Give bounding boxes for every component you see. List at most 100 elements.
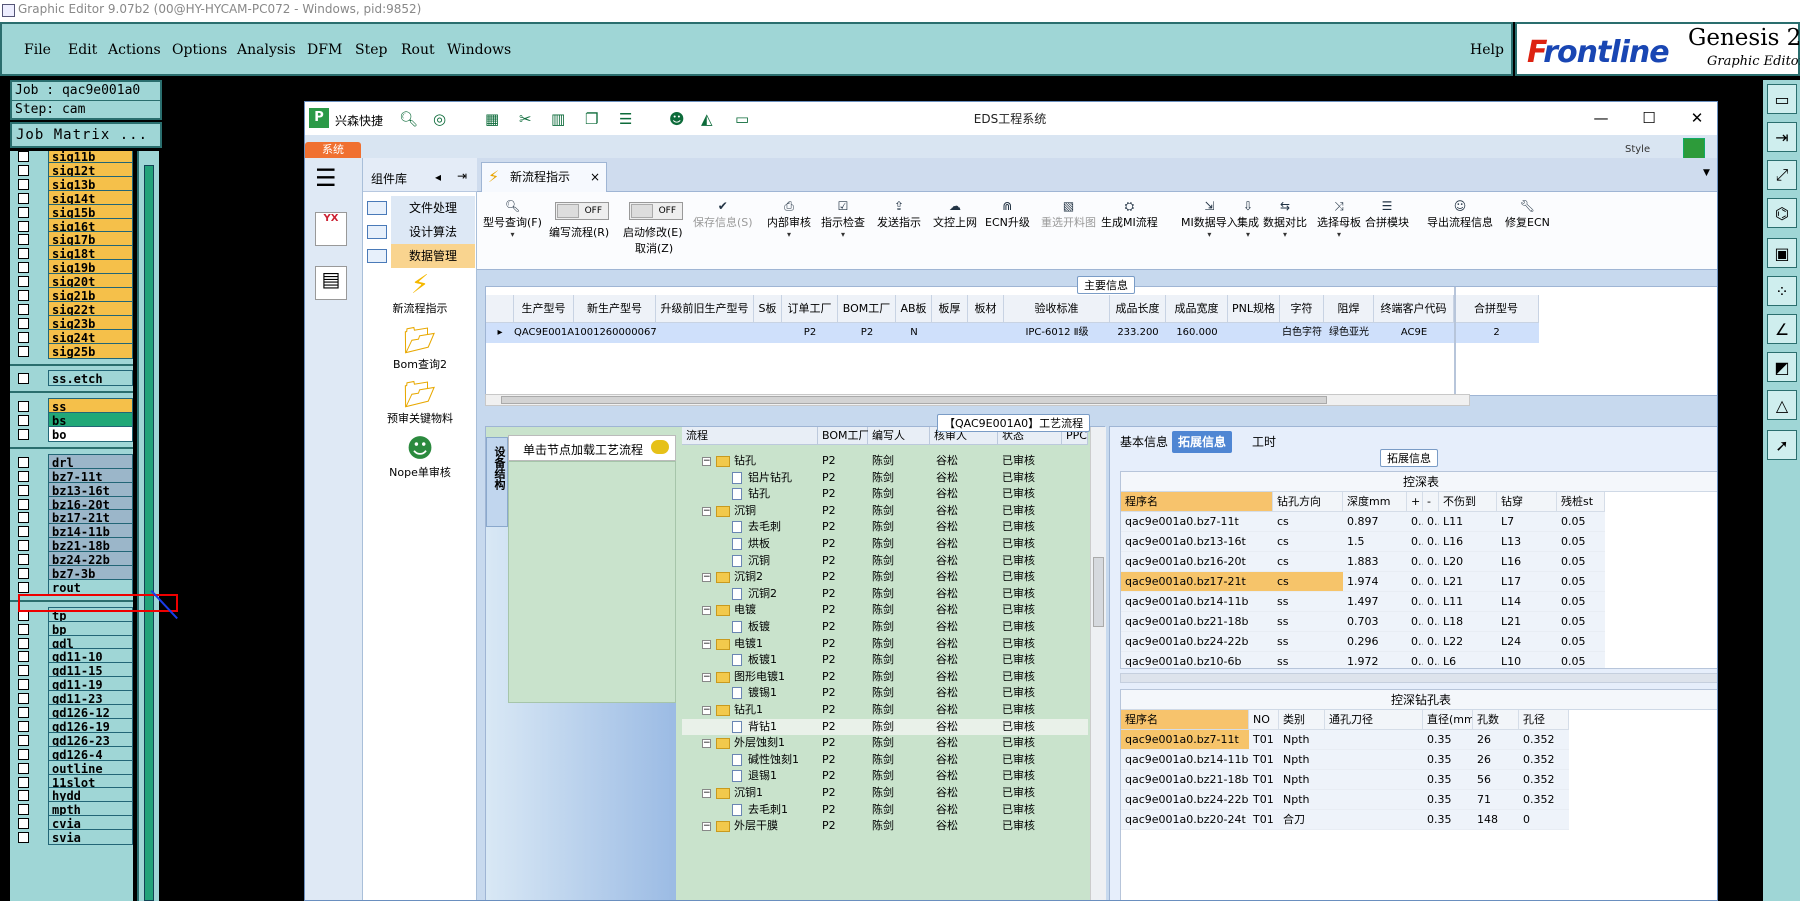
- depth-cell[interactable]: 0..: [1423, 612, 1439, 632]
- clipboard-icon[interactable]: ▭: [1767, 84, 1797, 114]
- depth-cell[interactable]: ss: [1273, 632, 1343, 652]
- depth-cell[interactable]: 0..: [1407, 592, 1423, 612]
- tree-row[interactable]: − 钻孔 P2 陈剑 谷松 已审核: [682, 453, 1088, 470]
- warning-icon[interactable]: △: [1767, 390, 1797, 420]
- layer-checkbox[interactable]: [18, 540, 29, 552]
- main-grid-header[interactable]: 板厚: [932, 295, 968, 323]
- layer-checkbox[interactable]: [18, 693, 29, 705]
- tree-column-header[interactable]: 编写人: [868, 427, 930, 445]
- style-dropdown[interactable]: Style: [1625, 144, 1650, 155]
- depth-cell[interactable]: qac9e001a0.bz17-21t: [1121, 572, 1273, 592]
- layer-row[interactable]: svia: [10, 829, 133, 846]
- drill-cell[interactable]: 0.352: [1519, 770, 1569, 790]
- user-icon[interactable]: ☻: [669, 110, 685, 128]
- main-grid-header[interactable]: 验收标准: [1004, 295, 1110, 323]
- main-grid-cell[interactable]: [932, 323, 968, 343]
- depth-cell[interactable]: L6: [1439, 652, 1497, 668]
- expand-toggle-icon[interactable]: −: [702, 506, 711, 516]
- comp-file-processing[interactable]: 文件处理: [363, 196, 477, 220]
- main-grid-cell[interactable]: QAC9E001A0: [514, 323, 574, 343]
- dropdown-arrow-icon[interactable]: ▾: [483, 230, 542, 242]
- close-icon[interactable]: ✕: [1685, 106, 1709, 130]
- main-grid-header[interactable]: 订单工厂: [782, 295, 838, 323]
- depth-column-header[interactable]: 钻穿: [1497, 492, 1557, 512]
- fit-icon[interactable]: ⤢: [1767, 160, 1797, 190]
- tree-row[interactable]: 镀锡1 P2 陈剑 谷松 已审核: [682, 685, 1088, 702]
- ribbon-button[interactable]: ☰ 合拼模块: [1365, 198, 1409, 230]
- measure-icon[interactable]: ∠: [1767, 314, 1797, 344]
- expand-toggle-icon[interactable]: −: [702, 789, 711, 798]
- main-grid-header[interactable]: PNL规格: [1228, 295, 1280, 323]
- menu-rout[interactable]: Rout: [401, 42, 435, 58]
- depth-cell[interactable]: ss: [1273, 612, 1343, 632]
- scissors-icon[interactable]: ✂: [519, 110, 532, 128]
- layer-checkbox[interactable]: [18, 651, 29, 663]
- drill-cell[interactable]: [1325, 810, 1423, 830]
- depth-cell[interactable]: 0.05: [1557, 552, 1605, 572]
- tree-vscrollbar[interactable]: [1090, 427, 1106, 900]
- pin-icon[interactable]: ⇥: [457, 169, 467, 183]
- tree-row[interactable]: − 电镀 P2 陈剑 谷松 已审核: [682, 602, 1088, 619]
- ribbon-button[interactable]: ⤨ 选择母板 ▾: [1317, 198, 1361, 242]
- layer-checkbox[interactable]: [18, 317, 29, 329]
- depth-cell[interactable]: qac9e001a0.bz14-11b: [1121, 592, 1273, 612]
- enable-edit-toggle[interactable]: OFF: [629, 202, 683, 220]
- new-flow-indicator-item[interactable]: ⚡ 新流程指示: [363, 270, 477, 316]
- depth-cell[interactable]: cs: [1273, 532, 1343, 552]
- film-icon[interactable]: ▥: [551, 110, 565, 128]
- calculator-icon[interactable]: ▤: [315, 266, 347, 300]
- collapse-left-icon[interactable]: ◂: [435, 170, 441, 184]
- depth-column-header[interactable]: 程序名: [1121, 492, 1273, 512]
- tree-scroll-thumb[interactable]: [1093, 557, 1104, 627]
- layer-checkbox[interactable]: [18, 164, 29, 176]
- depth-cell[interactable]: L16: [1439, 532, 1497, 552]
- copy-icon[interactable]: ❐: [585, 110, 598, 128]
- comp-data-management[interactable]: 数据管理: [363, 244, 477, 268]
- drill-cell[interactable]: 0: [1519, 810, 1569, 830]
- drill-cell[interactable]: 0.35: [1423, 730, 1473, 750]
- tree-row[interactable]: 退锡1 P2 陈剑 谷松 已审核: [682, 768, 1088, 785]
- main-grid-hscrollbar[interactable]: [485, 394, 1470, 406]
- tab-new-flow[interactable]: ⚡ 新流程指示 ×: [481, 162, 607, 192]
- depth-column-header[interactable]: +: [1407, 492, 1423, 512]
- expand-toggle-icon[interactable]: −: [702, 639, 711, 649]
- main-grid-cell[interactable]: AC9E: [1374, 323, 1454, 343]
- depth-cell[interactable]: 0..: [1407, 572, 1423, 592]
- menu-options[interactable]: Options: [172, 42, 227, 58]
- depth-cell[interactable]: 0.897: [1343, 512, 1407, 532]
- main-grid-header[interactable]: 合拼型号: [1454, 295, 1539, 323]
- layer-checkbox[interactable]: [18, 470, 29, 482]
- search-icon[interactable]: 🔍︎: [399, 110, 418, 128]
- ribbon-button[interactable]: ▧ 重选开料图: [1041, 198, 1096, 230]
- depth-cell[interactable]: 1.972: [1343, 652, 1407, 668]
- main-grid-cell[interactable]: 绿色亚光: [1324, 323, 1374, 343]
- dropdown-arrow-icon[interactable]: ▾: [1263, 230, 1307, 242]
- layer-checkbox[interactable]: [18, 220, 29, 232]
- ribbon-button[interactable]: 🔍︎ 型号查询(F) ▾: [483, 198, 542, 242]
- nope-review-item[interactable]: ☻ Nope单审核: [363, 434, 477, 480]
- menu-file[interactable]: File: [24, 42, 51, 58]
- depth-cell[interactable]: L17: [1497, 572, 1557, 592]
- drill-cell[interactable]: T01: [1249, 810, 1279, 830]
- depth-cell[interactable]: 0..: [1423, 572, 1439, 592]
- main-grid-cell[interactable]: IPC-6012 Ⅱ级: [1004, 323, 1110, 343]
- drill-cell[interactable]: [1325, 790, 1423, 810]
- equipment-structure-tab[interactable]: 设备结构: [486, 437, 508, 527]
- depth-cell[interactable]: 0..: [1423, 532, 1439, 552]
- depth-cell[interactable]: L11: [1439, 592, 1497, 612]
- main-grid-header[interactable]: S板: [754, 295, 782, 323]
- depth-cell[interactable]: cs: [1273, 552, 1343, 572]
- drill-cell[interactable]: 71: [1473, 790, 1519, 810]
- depth-cell[interactable]: 0..: [1407, 552, 1423, 572]
- main-grid-header[interactable]: 板材: [968, 295, 1004, 323]
- depth-cell[interactable]: 0..: [1423, 652, 1439, 668]
- layer-checkbox[interactable]: [18, 498, 29, 510]
- tree-row[interactable]: 沉铜2 P2 陈剑 谷松 已审核: [682, 586, 1088, 603]
- drill-column-header[interactable]: NO: [1249, 710, 1279, 730]
- drill-cell[interactable]: 0.35: [1423, 750, 1473, 770]
- prereview-material-item[interactable]: 📂︎ 预审关键物料: [363, 380, 477, 426]
- ribbon-button[interactable]: ⇲ MI数据导入 ▾: [1181, 198, 1238, 242]
- layer-checkbox[interactable]: [18, 262, 29, 274]
- depth-cell[interactable]: qac9e001a0.bz7-11t: [1121, 512, 1273, 532]
- layer-row[interactable]: ss.etch: [10, 370, 133, 387]
